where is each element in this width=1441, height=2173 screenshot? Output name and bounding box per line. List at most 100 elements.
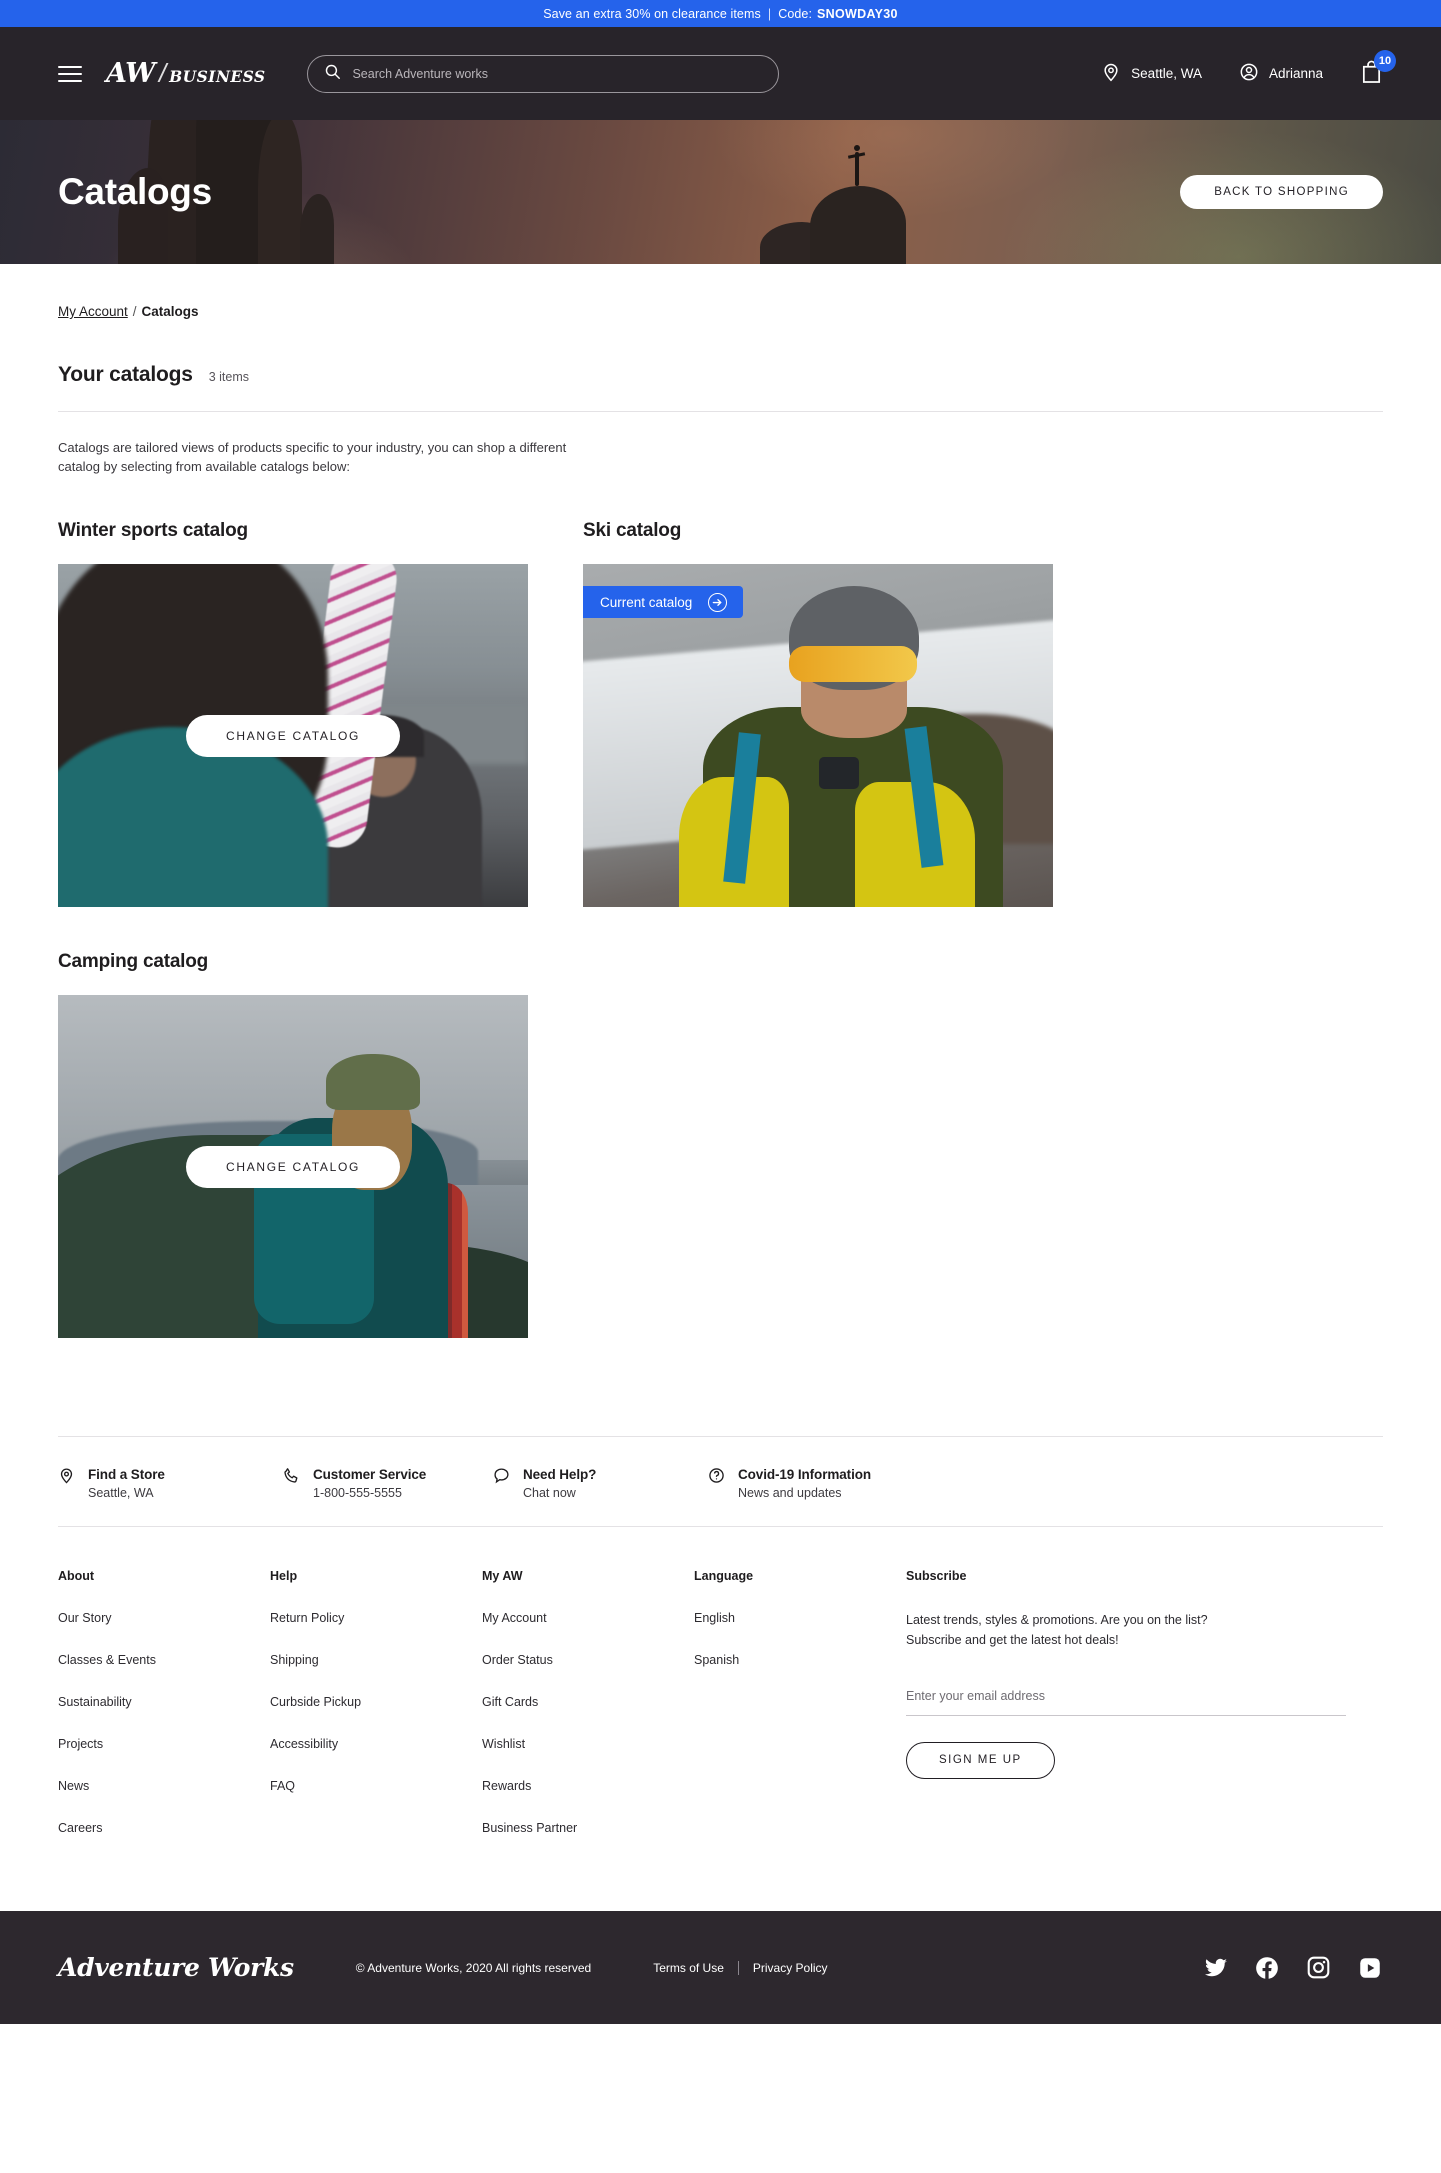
footer-link[interactable]: Projects (58, 1737, 270, 1751)
change-catalog-button[interactable]: CHANGE CATALOG (185, 714, 401, 757)
catalog-card-winter-sports: Winter sports catalog CHANGE CATALOG (58, 520, 528, 908)
header-actions: Seattle, WA Adrianna 10 (1101, 49, 1396, 89)
service-strip: Find a Store Seattle, WA Customer Servic… (58, 1437, 1383, 1526)
footer-link[interactable]: Spanish (694, 1653, 906, 1667)
logo-text: AW (106, 58, 155, 89)
location-label: Seattle, WA (1131, 66, 1202, 81)
footer-link[interactable]: Accessibility (270, 1737, 482, 1751)
footer-column-about: About Our Story Classes & Events Sustain… (58, 1569, 270, 1863)
catalog-grid-row-2: Camping catalog CHANGE CATALOG (58, 951, 1383, 1339)
catalog-card-camping: Camping catalog CHANGE CATALOG (58, 951, 528, 1339)
hero-climber-silhouette (854, 145, 860, 186)
footer-link[interactable]: Order Status (482, 1653, 694, 1667)
copyright-text: © Adventure Works, 2020 All rights reser… (355, 1960, 592, 1975)
email-field[interactable] (906, 1688, 1346, 1703)
search-input[interactable] (352, 66, 763, 81)
catalog-card-ski: Ski catalog Current catalog (583, 520, 1053, 908)
service-subtitle: 1-800-555-5555 (313, 1486, 402, 1501)
privacy-policy-link[interactable]: Privacy Policy (753, 1961, 828, 1975)
current-catalog-badge[interactable]: Current catalog (583, 586, 744, 619)
section-divider (58, 411, 1383, 412)
section-intro-text: Catalogs are tailored views of products … (58, 440, 567, 475)
promo-code-label: Code: (778, 6, 813, 21)
main-content: My Account / Catalogs Your catalogs 3 it… (0, 264, 1441, 1339)
catalog-grid-empty-slot (583, 951, 1053, 1338)
service-strip-wrap: Find a Store Seattle, WA Customer Servic… (0, 1436, 1441, 1528)
service-subtitle: Chat now (523, 1486, 576, 1501)
footer-column-my-aw: My AW My Account Order Status Gift Cards… (482, 1569, 694, 1863)
terms-of-use-link[interactable]: Terms of Use (653, 1961, 724, 1975)
youtube-icon[interactable] (1357, 1955, 1383, 1981)
catalog-title: Ski catalog (583, 520, 682, 542)
question-circle-icon (708, 1467, 725, 1489)
footer-link[interactable]: Wishlist (482, 1737, 694, 1751)
adventure-works-wordmark: Adventure Works (58, 1953, 294, 1983)
cart-button[interactable]: 10 (1360, 49, 1396, 89)
hamburger-icon[interactable] (58, 65, 82, 82)
footer-link[interactable]: Gift Cards (482, 1695, 694, 1709)
arrow-right-circle-icon (708, 592, 728, 612)
footer-column-heading: Help (270, 1569, 298, 1584)
footer-link[interactable]: News (58, 1779, 270, 1793)
location-selector[interactable]: Seattle, WA (1101, 62, 1202, 85)
footer-link[interactable]: Sustainability (58, 1695, 270, 1709)
footer-link[interactable]: Return Policy (270, 1611, 482, 1625)
footer-link[interactable]: Business Partner (482, 1821, 694, 1835)
footer-link[interactable]: Rewards (482, 1779, 694, 1793)
footer-link[interactable]: Shipping (270, 1653, 482, 1667)
sign-me-up-button[interactable]: SIGN ME UP (906, 1741, 1055, 1779)
change-catalog-button[interactable]: CHANGE CATALOG (185, 1145, 401, 1188)
footer-link[interactable]: Careers (58, 1821, 270, 1835)
hero-rock (810, 186, 906, 264)
catalog-image: CHANGE CATALOG (58, 995, 528, 1339)
catalog-title: Winter sports catalog (58, 520, 248, 542)
footer-link[interactable]: My Account (482, 1611, 694, 1625)
subscribe-line-2: Subscribe and get the latest hot deals! (906, 1633, 1119, 1648)
footer-column-language: Language English Spanish (694, 1569, 906, 1863)
breadcrumb: My Account / Catalogs (58, 264, 1383, 319)
service-need-help[interactable]: Need Help? Chat now (493, 1467, 708, 1500)
service-subtitle: Seattle, WA (88, 1486, 154, 1501)
logo-subtext: BUSINESS (169, 67, 266, 86)
footer-link[interactable]: Classes & Events (58, 1653, 270, 1667)
section-header: Your catalogs 3 items (58, 363, 1383, 387)
subscribe-line-1: Latest trends, styles & promotions. Are … (906, 1613, 1208, 1628)
current-catalog-label: Current catalog (600, 594, 693, 610)
facebook-icon[interactable] (1254, 1955, 1280, 1981)
account-menu[interactable]: Adrianna (1239, 62, 1323, 85)
breadcrumb-my-account-link[interactable]: My Account (58, 304, 128, 319)
back-to-shopping-button[interactable]: BACK TO SHOPPING (1180, 175, 1383, 209)
catalog-grid: Winter sports catalog CHANGE CATALOG Ski… (58, 520, 1383, 908)
promo-banner: Save an extra 30% on clearance items | C… (0, 0, 1441, 27)
service-covid-information[interactable]: Covid-19 Information News and updates (708, 1467, 871, 1500)
instagram-icon[interactable] (1306, 1955, 1331, 1980)
subscribe-input-wrap[interactable] (906, 1687, 1346, 1716)
footer-column-heading: Subscribe (906, 1569, 967, 1584)
twitter-icon[interactable] (1204, 1956, 1228, 1980)
catalog-title: Camping catalog (58, 951, 209, 973)
promo-code: SNOWDAY30 (817, 6, 898, 21)
catalog-image: Current catalog (583, 564, 1053, 908)
search-icon (324, 63, 341, 85)
section-title: Your catalogs (58, 363, 193, 386)
promo-separator: | (767, 6, 772, 21)
footer-column-help: Help Return Policy Shipping Curbside Pic… (270, 1569, 482, 1863)
footer-link[interactable]: FAQ (270, 1779, 482, 1793)
hero-banner: Catalogs BACK TO SHOPPING (0, 120, 1441, 264)
legal-divider (737, 1960, 739, 1975)
site-logo[interactable]: AW / BUSINESS (106, 58, 265, 89)
search-bar[interactable] (307, 54, 780, 93)
footer-link[interactable]: English (694, 1611, 906, 1625)
service-customer-service[interactable]: Customer Service 1-800-555-5555 (283, 1467, 493, 1500)
footer-bottom-bar: Adventure Works © Adventure Works, 2020 … (0, 1911, 1441, 2025)
footer-link[interactable]: Curbside Pickup (270, 1695, 482, 1709)
promo-text: Save an extra 30% on clearance items (543, 6, 761, 21)
service-title: Need Help? (523, 1467, 597, 1483)
service-title: Covid-19 Information (738, 1467, 872, 1483)
legal-links: Terms of Use Privacy Policy (653, 1960, 828, 1975)
cart-count-badge: 10 (1374, 49, 1396, 72)
footer-column-subscribe: Subscribe Latest trends, styles & promot… (906, 1569, 1346, 1863)
service-find-a-store[interactable]: Find a Store Seattle, WA (58, 1467, 283, 1500)
footer-link[interactable]: Our Story (58, 1611, 270, 1625)
catalog-image: CHANGE CATALOG (58, 564, 528, 908)
